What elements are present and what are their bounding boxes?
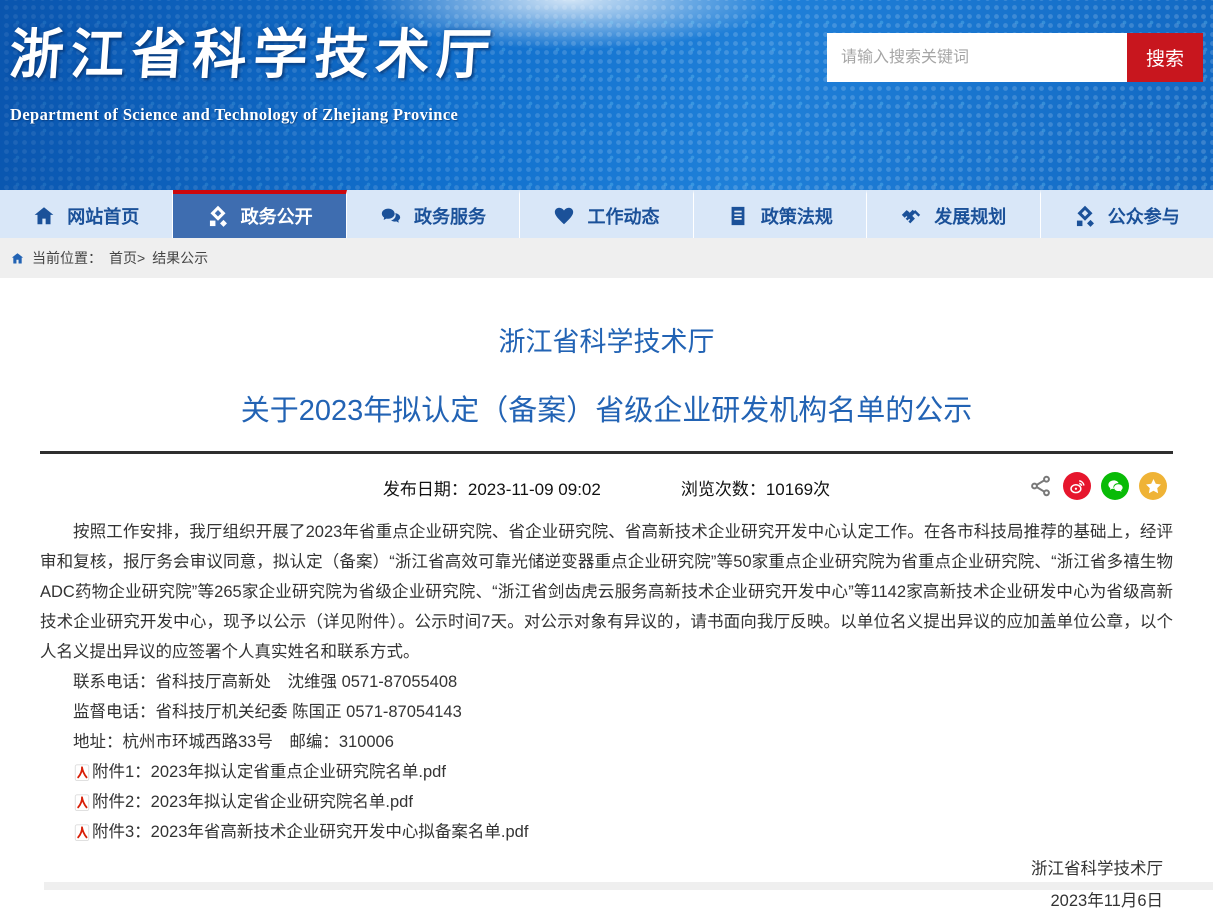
search-button[interactable]: 搜索	[1127, 33, 1203, 82]
nav-item-公众参与[interactable]: 公众参与	[1041, 190, 1213, 238]
development-plan-icon	[900, 205, 922, 227]
article-paragraph: 按照工作安排，我厅组织开展了2023年省重点企业研究院、省企业研究院、省高新技术…	[40, 517, 1173, 667]
search-input[interactable]	[827, 33, 1127, 82]
logo-english-subtitle: Department of Science and Technology of …	[10, 105, 498, 125]
nav-item-政务公开[interactable]: 政务公开	[173, 190, 346, 238]
weibo-icon[interactable]	[1063, 472, 1091, 500]
pdf-icon	[73, 823, 91, 842]
nav-item-label: 政务公开	[241, 203, 313, 229]
logo-chinese-title: 浙江省科学技术厅	[7, 10, 501, 89]
article-content: 浙江省科学技术厅 关于2023年拟认定（备案）省级企业研发机构名单的公示 发布日…	[0, 320, 1213, 917]
work-news-icon	[553, 205, 575, 227]
header-search: 搜索	[827, 33, 1203, 82]
site-logo: 浙江省科学技术厅 Department of Science and Techn…	[10, 10, 498, 125]
nav-item-label: 发展规划	[934, 203, 1006, 229]
home-icon	[33, 205, 55, 227]
article-title-org: 浙江省科学技术厅	[40, 320, 1173, 359]
pdf-icon	[73, 793, 91, 812]
nav-item-网站首页[interactable]: 网站首页	[0, 190, 173, 238]
pdf-icon	[73, 763, 91, 782]
nav-item-政务服务[interactable]: 政务服务	[347, 190, 520, 238]
nav-item-工作动态[interactable]: 工作动态	[520, 190, 693, 238]
article-title-main: 关于2023年拟认定（备案）省级企业研发机构名单的公示	[40, 387, 1173, 429]
view-count: 浏览次数：10169次	[681, 475, 830, 500]
attachment-label: 附件1：2023年拟认定省重点企业研究院名单.pdf	[92, 757, 446, 787]
breadcrumb-home-link[interactable]: 首页>	[109, 248, 145, 268]
site-header: 浙江省科学技术厅 Department of Science and Techn…	[0, 0, 1213, 190]
policy-doc-icon	[727, 205, 749, 227]
attachment-link[interactable]: 附件3：2023年省高新技术企业研究开发中心拟备案名单.pdf	[40, 817, 1173, 847]
breadcrumb-current[interactable]: 结果公示	[152, 248, 208, 268]
attachment-link[interactable]: 附件1：2023年拟认定省重点企业研究院名单.pdf	[40, 757, 1173, 787]
nav-item-label: 工作动态	[587, 203, 659, 229]
breadcrumb-prefix: 当前位置：	[32, 248, 102, 268]
nav-item-政策法规[interactable]: 政策法规	[694, 190, 867, 238]
share-icon[interactable]	[1029, 474, 1053, 498]
gov-service-icon	[380, 205, 402, 227]
contact-block: 联系电话：省科技厅高新处 沈维强 0571-87055408监督电话：省科技厅机…	[40, 667, 1173, 757]
main-nav: 网站首页 政务公开 政务服务 工作动态 政策法规 发展规划 公众参与	[0, 190, 1213, 238]
publish-date: 发布日期：2023-11-09 09:02	[383, 475, 601, 500]
nav-item-发展规划[interactable]: 发展规划	[867, 190, 1040, 238]
contact-line: 地址：杭州市环城西路33号 邮编：310006	[40, 727, 1173, 757]
wechat-icon[interactable]	[1101, 472, 1129, 500]
public-participation-icon	[1074, 205, 1096, 227]
breadcrumb: 当前位置： 首页> 结果公示	[0, 238, 1213, 278]
nav-item-label: 网站首页	[67, 203, 139, 229]
nav-item-label: 政策法规	[761, 203, 833, 229]
title-divider	[40, 451, 1173, 454]
contact-line: 监督电话：省科技厅机关纪委 陈国正 0571-87054143	[40, 697, 1173, 727]
attachment-label: 附件2：2023年拟认定省企业研究院名单.pdf	[92, 787, 413, 817]
nav-item-label: 公众参与	[1108, 203, 1180, 229]
footer-top-bar	[44, 882, 1213, 890]
attachment-label: 附件3：2023年省高新技术企业研究开发中心拟备案名单.pdf	[92, 817, 528, 847]
attachment-list: 附件1：2023年拟认定省重点企业研究院名单.pdf附件2：2023年拟认定省企…	[40, 757, 1173, 847]
article-meta: 发布日期：2023-11-09 09:02 浏览次数：10169次	[40, 470, 1173, 504]
home-icon	[10, 251, 25, 266]
contact-line: 联系电话：省科技厅高新处 沈维强 0571-87055408	[40, 667, 1173, 697]
qzone-icon[interactable]	[1139, 472, 1167, 500]
signature-org: 浙江省科学技术厅	[40, 853, 1163, 885]
attachment-link[interactable]: 附件2：2023年拟认定省企业研究院名单.pdf	[40, 787, 1173, 817]
nav-item-label: 政务服务	[414, 203, 486, 229]
share-toolbar	[1029, 472, 1167, 500]
gov-open-icon	[207, 205, 229, 227]
